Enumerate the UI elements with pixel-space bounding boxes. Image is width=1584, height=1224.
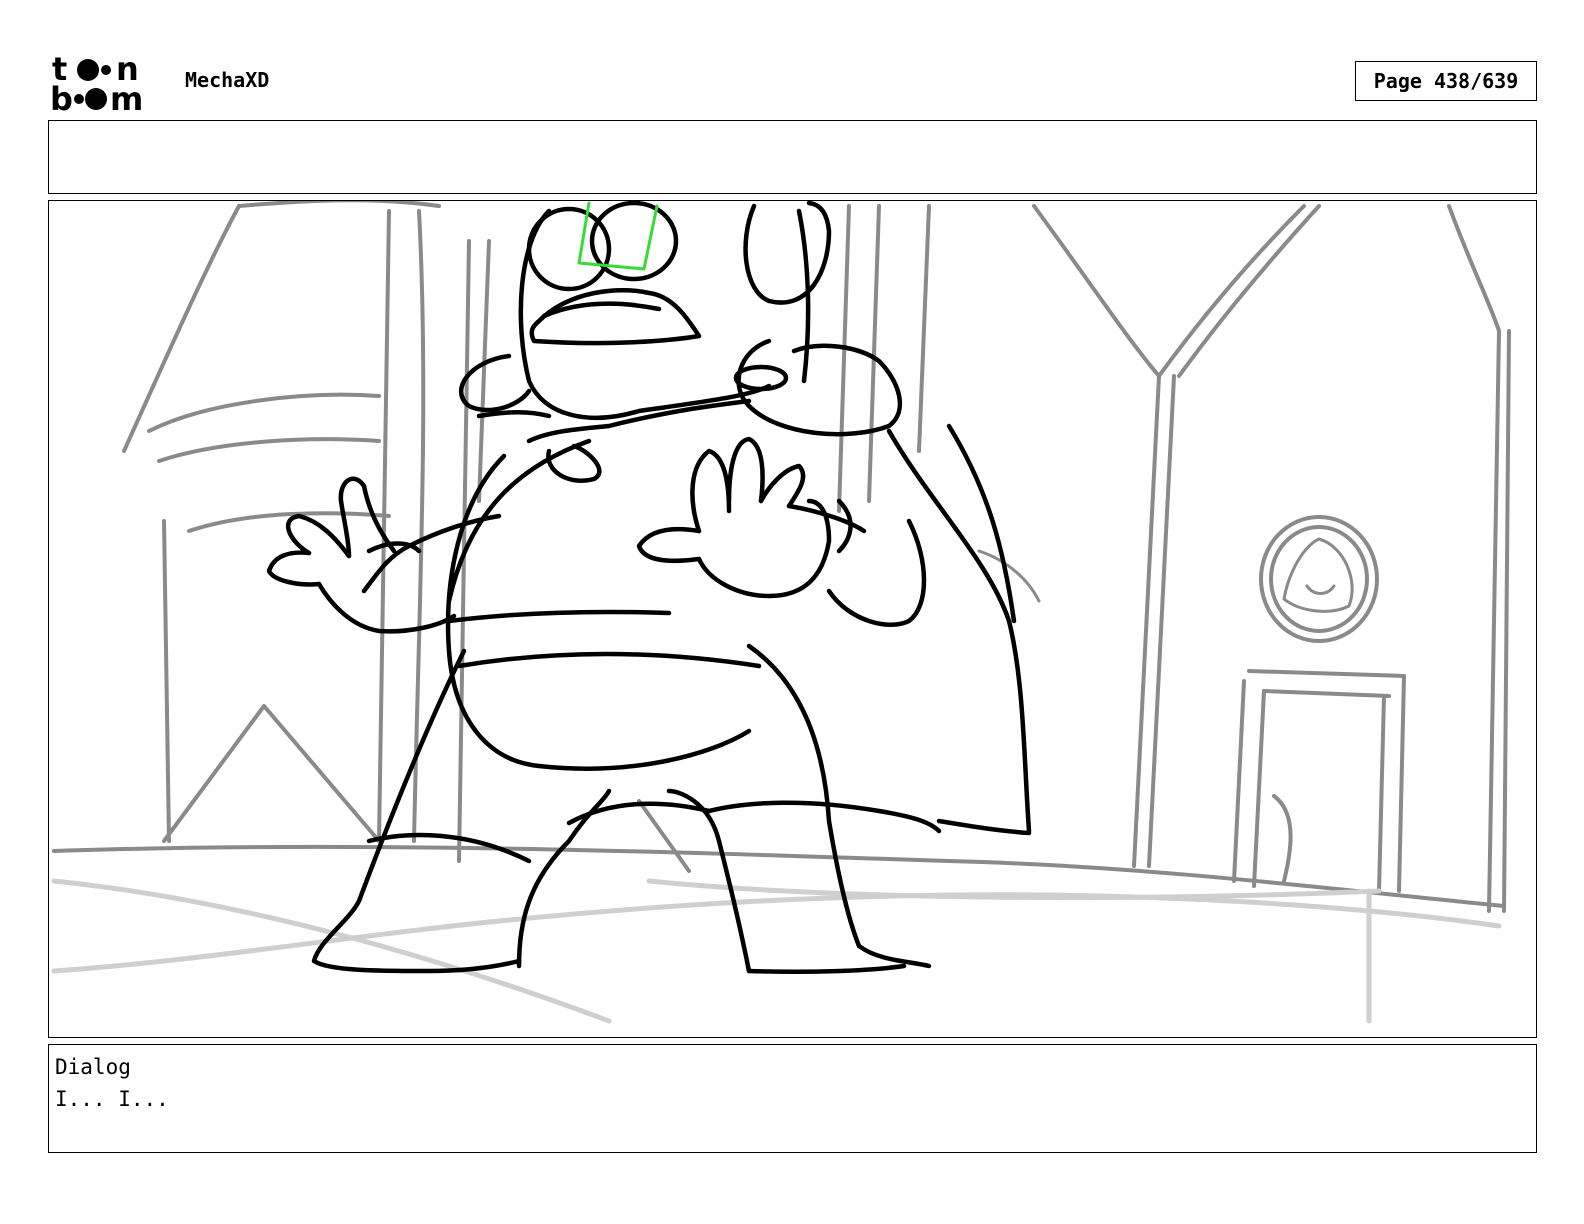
svg-text:b: b xyxy=(50,80,73,112)
svg-text:m: m xyxy=(110,80,143,112)
dialog-box: Dialog I... I... xyxy=(48,1044,1537,1153)
storyboard-panel xyxy=(48,200,1537,1038)
toon-boom-logo: t n b m xyxy=(50,50,164,118)
page-number: Page 438/639 xyxy=(1355,61,1537,101)
notes-box xyxy=(48,120,1537,194)
dialog-text: I... I... xyxy=(55,1087,169,1111)
project-title: MechaXD xyxy=(185,68,270,92)
dialog-label: Dialog xyxy=(55,1055,131,1079)
panel-sketch xyxy=(51,201,1511,1024)
